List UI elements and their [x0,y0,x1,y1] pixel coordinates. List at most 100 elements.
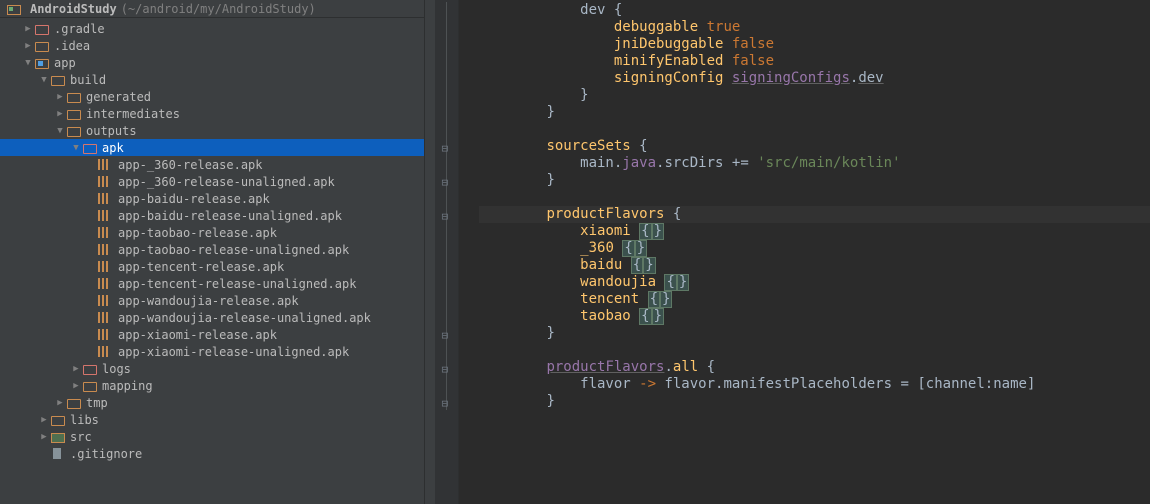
tree-row[interactable]: apk [0,139,424,156]
code-line[interactable]: dev { [479,2,1150,19]
tree-row[interactable]: outputs [0,122,424,139]
tree-row[interactable]: app-taobao-release.apk [0,224,424,241]
code-line[interactable] [479,342,1150,359]
tree-row[interactable]: app-xiaomi-release-unaligned.apk [0,343,424,360]
gutter-row[interactable] [435,359,458,376]
code-token [479,104,546,120]
code-line[interactable]: tencent {} [479,291,1150,308]
code-line[interactable]: } [479,325,1150,342]
code-line[interactable]: } [479,87,1150,104]
expand-closed-icon[interactable] [70,364,82,374]
code-line[interactable]: xiaomi {} [479,223,1150,240]
code-line[interactable]: } [479,172,1150,189]
gutter-row[interactable] [435,36,458,53]
expand-open-icon[interactable] [70,143,82,153]
code-line[interactable]: taobao {} [479,308,1150,325]
gutter-row[interactable] [435,342,458,359]
tree-row[interactable]: generated [0,88,424,105]
gutter-row[interactable] [435,19,458,36]
code-line[interactable]: wandoujia {} [479,274,1150,291]
tree-row[interactable]: .gradle [0,20,424,37]
tree-row[interactable]: src [0,428,424,445]
code-line[interactable]: sourceSets { [479,138,1150,155]
code-line[interactable]: debuggable true [479,19,1150,36]
tree-row[interactable]: app-wandoujia-release-unaligned.apk [0,309,424,326]
tree-row[interactable]: libs [0,411,424,428]
tree-row[interactable]: tmp [0,394,424,411]
fold-end-icon[interactable] [442,329,452,339]
gutter-row[interactable] [435,393,458,410]
code-line[interactable]: } [479,393,1150,410]
editor-gutter[interactable] [435,0,459,504]
expand-closed-icon[interactable] [22,41,34,51]
code-line[interactable]: flavor -> flavor.manifestPlaceholders = … [479,376,1150,393]
code-line[interactable]: } [479,104,1150,121]
tree-row[interactable]: .gitignore [0,445,424,462]
tree-row[interactable]: app-tencent-release-unaligned.apk [0,275,424,292]
code-line[interactable] [479,121,1150,138]
gutter-row[interactable] [435,104,458,121]
code-line[interactable]: baidu {} [479,257,1150,274]
gutter-row[interactable] [435,172,458,189]
tree-row[interactable]: intermediates [0,105,424,122]
fold-collapse-icon[interactable] [442,363,452,373]
gutter-row[interactable] [435,376,458,393]
tree-row[interactable]: app-_360-release.apk [0,156,424,173]
code-line[interactable]: signingConfig signingConfigs.dev [479,70,1150,87]
gutter-row[interactable] [435,53,458,70]
gutter-row[interactable] [435,121,458,138]
gutter-row[interactable] [435,155,458,172]
gutter-row[interactable] [435,308,458,325]
tree-row[interactable]: mapping [0,377,424,394]
gutter-row[interactable] [435,274,458,291]
tree-row[interactable]: .idea [0,37,424,54]
gutter-row[interactable] [435,70,458,87]
code-line[interactable]: _360 {} [479,240,1150,257]
tree-row[interactable]: app-wandoujia-release.apk [0,292,424,309]
expand-closed-icon[interactable] [54,92,66,102]
code-token [479,53,614,69]
code-line[interactable]: minifyEnabled false [479,53,1150,70]
gutter-row[interactable] [435,223,458,240]
gutter-row[interactable] [435,240,458,257]
gutter-row[interactable] [435,291,458,308]
expand-open-icon[interactable] [38,75,50,85]
expand-closed-icon[interactable] [38,432,50,442]
fold-collapse-icon[interactable] [442,142,452,152]
tree-row[interactable]: app [0,54,424,71]
gutter-row[interactable] [435,189,458,206]
code-line[interactable] [479,189,1150,206]
gutter-row[interactable] [435,206,458,223]
gutter-row[interactable] [435,325,458,342]
expand-open-icon[interactable] [22,58,34,68]
gutter-row[interactable] [435,2,458,19]
tree-row[interactable]: logs [0,360,424,377]
tree-row[interactable]: app-tencent-release.apk [0,258,424,275]
tree-row[interactable]: app-_360-release-unaligned.apk [0,173,424,190]
fold-end-icon[interactable] [442,176,452,186]
expand-closed-icon[interactable] [54,398,66,408]
gutter-row[interactable] [435,138,458,155]
code-line[interactable]: main.java.srcDirs += 'src/main/kotlin' [479,155,1150,172]
code-line[interactable]: productFlavors.all { [479,359,1150,376]
gutter-row[interactable] [435,257,458,274]
expand-open-icon[interactable] [54,126,66,136]
code-line[interactable]: productFlavors { [479,206,1150,223]
tree-row[interactable]: app-taobao-release-unaligned.apk [0,241,424,258]
code-line[interactable]: jniDebuggable false [479,36,1150,53]
project-tree-header[interactable]: AndroidStudy (~/android/my/AndroidStudy) [0,0,424,18]
code-token [479,291,580,307]
gutter-row[interactable] [435,87,458,104]
fold-collapse-icon[interactable] [442,210,452,220]
expand-closed-icon[interactable] [54,109,66,119]
code-editor[interactable]: dev { debuggable true jniDebuggable fals… [459,0,1150,504]
expand-closed-icon[interactable] [22,24,34,34]
tree-row[interactable]: build [0,71,424,88]
expand-closed-icon[interactable] [70,381,82,391]
project-tree-body[interactable]: .gradle.ideaappbuildgeneratedintermediat… [0,18,424,504]
tree-row[interactable]: app-baidu-release.apk [0,190,424,207]
tree-row[interactable]: app-xiaomi-release.apk [0,326,424,343]
expand-closed-icon[interactable] [38,415,50,425]
fold-end-icon[interactable] [442,397,452,407]
tree-row[interactable]: app-baidu-release-unaligned.apk [0,207,424,224]
